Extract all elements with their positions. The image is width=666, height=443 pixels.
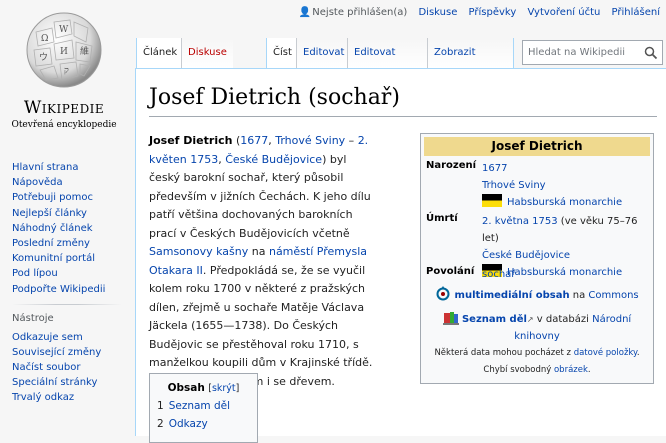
personal-tools: 👤Nejste přihlášen(a) Diskuse Příspěvky V… xyxy=(291,7,660,18)
footnote-text: Některá data mohou pocházet z xyxy=(434,348,574,358)
toc-toggle[interactable]: [skrýt] xyxy=(208,383,239,394)
tab-edit[interactable]: Editovat xyxy=(296,38,347,68)
link-samson-fountain[interactable]: Samsonovy kašny xyxy=(149,245,248,258)
born-place-link[interactable]: Trhové Sviny xyxy=(482,180,546,191)
footnote-text-end: . xyxy=(587,365,591,375)
sidebar-item-village-pump[interactable]: Pod lípou xyxy=(0,266,132,281)
died-date-link[interactable]: 2. května 1753 xyxy=(482,216,558,227)
wikisource-books-icon xyxy=(442,312,459,325)
occupation-value: sochař xyxy=(482,266,652,283)
occupation-link[interactable]: sochař xyxy=(482,269,515,280)
svg-text:Ω: Ω xyxy=(41,34,48,44)
toc-item-label[interactable]: Odkazy xyxy=(169,418,208,430)
works-list-link[interactable]: Seznam děl xyxy=(462,314,527,325)
sidebar-item-what-links-here[interactable]: Odkazuje sem xyxy=(0,330,132,345)
born-value: 1677 Trhové Sviny Habsburská monarchie xyxy=(482,160,652,211)
sidebar-item-special-pages[interactable]: Speciální stránky xyxy=(0,375,132,390)
works-in: v databázi xyxy=(533,314,593,325)
svg-text:И: И xyxy=(60,47,68,57)
sidebar-item-need-help[interactable]: Potřebuji pomoc xyxy=(0,190,132,205)
sidebar-item-recent-changes[interactable]: Poslední změny xyxy=(0,236,132,251)
tab-edit-source[interactable]: Editovat zdroj xyxy=(347,38,427,88)
infobox-footnote-data: Některá data mohou pocházet z datové pol… xyxy=(421,345,653,362)
search-placeholder: Hledat na Wikipedii xyxy=(528,47,626,58)
tab-discussion[interactable]: Diskuse xyxy=(181,38,233,68)
toc-toggle-link[interactable]: skrýt xyxy=(212,383,236,394)
commons-row: multimediální obsah na Commons xyxy=(421,286,653,304)
tab-history[interactable]: Zobrazit historii xyxy=(427,38,514,88)
table-of-contents: Obsah [skrýt] 1 Seznam děl 2 Odkazy xyxy=(149,373,258,443)
lead-text-7: . Předpokládá se, že se vyučil kolem rok… xyxy=(149,263,373,388)
sidebar: Hlavní strana Nápověda Potřebuji pomoc N… xyxy=(0,160,132,406)
sidebar-divider xyxy=(12,303,122,305)
svg-text:ק: ק xyxy=(64,66,69,76)
lead-text-3: – xyxy=(345,134,358,147)
logo-tagline: Otevřená encyklopedie xyxy=(11,120,117,130)
svg-text:W: W xyxy=(59,25,69,35)
sidebar-item-community[interactable]: Komunitní portál xyxy=(0,251,132,266)
svg-text:ウ: ウ xyxy=(39,52,48,63)
sidebar-item-main-page[interactable]: Hlavní strana xyxy=(0,160,132,175)
talk-link[interactable]: Diskuse xyxy=(418,7,457,18)
born-year-link[interactable]: 1677 xyxy=(482,163,507,174)
search-icon[interactable] xyxy=(644,46,658,60)
tools-heading: Nástroje xyxy=(12,312,54,324)
infobox-footnote-image: Chybí svobodný obrázek. xyxy=(421,362,653,379)
tab-article[interactable]: Článek xyxy=(136,38,181,68)
wikidata-item-link[interactable]: datové položky xyxy=(574,348,637,358)
infobox: Josef Dietrich Narození 1677 Trhové Svin… xyxy=(420,133,654,384)
died-place-link[interactable]: České Budějovice xyxy=(482,250,570,261)
free-image-link[interactable]: obrázek xyxy=(554,365,588,375)
tab-read[interactable]: Číst xyxy=(266,38,296,68)
sidebar-item-upload[interactable]: Načíst soubor xyxy=(0,360,132,375)
habsburg-flag-icon xyxy=(482,194,502,207)
lead-name: Josef Dietrich xyxy=(149,134,233,147)
toc-item[interactable]: 2 Odkazy xyxy=(150,418,257,430)
commons-link[interactable]: Commons xyxy=(588,290,638,301)
link-birth-year[interactable]: 1677 xyxy=(240,134,268,147)
footnote-text-end: . xyxy=(636,348,640,358)
login-link[interactable]: Přihlášení xyxy=(612,7,660,18)
not-logged-in-text: Nejste přihlášen(a) xyxy=(312,7,408,18)
commons-on: na xyxy=(569,290,589,301)
born-label: Narození xyxy=(426,160,477,171)
sidebar-item-donate[interactable]: Podpořte Wikipedii xyxy=(0,282,132,297)
commons-media-link[interactable]: multimediální obsah xyxy=(455,290,570,301)
user-icon: 👤 xyxy=(298,7,312,18)
toc-title-row: Obsah [skrýt] xyxy=(150,382,257,394)
logo-wordmark: Wikipedie xyxy=(23,98,105,118)
external-link-icon: ↗ xyxy=(526,315,534,324)
toc-item[interactable]: 1 Seznam děl xyxy=(150,400,257,412)
footnote-text: Chybí svobodný xyxy=(483,365,554,375)
sidebar-item-help[interactable]: Nápověda xyxy=(0,175,132,190)
wikimedia-commons-icon xyxy=(436,286,450,301)
sidebar-item-related-changes[interactable]: Související změny xyxy=(0,345,132,360)
page-title: Josef Dietrich (sochař) xyxy=(149,85,657,117)
wikipedia-globe-icon: Ω W И 維 ウ ק xyxy=(26,12,102,88)
sidebar-tools: Odkazuje sem Související změny Načíst so… xyxy=(0,330,132,406)
works-row: Seznam děl↗ v databázi Národní knihovny xyxy=(421,311,653,345)
born-state-link[interactable]: Habsburská monarchie xyxy=(507,197,622,208)
create-account-link[interactable]: Vytvoření účtu xyxy=(527,7,600,18)
sidebar-nav: Hlavní strana Nápověda Potřebuji pomoc N… xyxy=(0,160,132,297)
lead-text-6: na xyxy=(248,245,269,258)
toc-item-label[interactable]: Seznam děl xyxy=(169,400,230,412)
infobox-title: Josef Dietrich xyxy=(424,137,650,156)
died-label: Úmrtí xyxy=(426,213,458,224)
toc-item-number: 2 xyxy=(157,418,164,430)
svg-text:維: 維 xyxy=(80,45,89,57)
content-area: Josef Dietrich (sochař) Josef Dietrich (… xyxy=(135,68,666,443)
contributions-link[interactable]: Příspěvky xyxy=(469,7,517,18)
link-death-place[interactable]: České Budějovice xyxy=(225,153,322,166)
lead-paragraph: Josef Dietrich (1677, Trhové Sviny – 2. … xyxy=(149,132,379,391)
sidebar-item-featured[interactable]: Nejlepší články xyxy=(0,206,132,221)
toc-item-number: 1 xyxy=(157,400,164,412)
occupation-label: Povolání xyxy=(426,266,475,277)
toc-title: Obsah xyxy=(167,382,205,394)
link-birth-place[interactable]: Trhové Sviny xyxy=(275,134,345,147)
search-input[interactable]: Hledat na Wikipedii xyxy=(522,40,663,65)
sidebar-item-random[interactable]: Náhodný článek xyxy=(0,221,132,236)
wikipedia-logo[interactable]: Ω W И 維 ウ ק Wikipedie Otevřená encyklope… xyxy=(0,0,128,150)
sidebar-item-permanent-link[interactable]: Trvalý odkaz xyxy=(0,390,132,405)
